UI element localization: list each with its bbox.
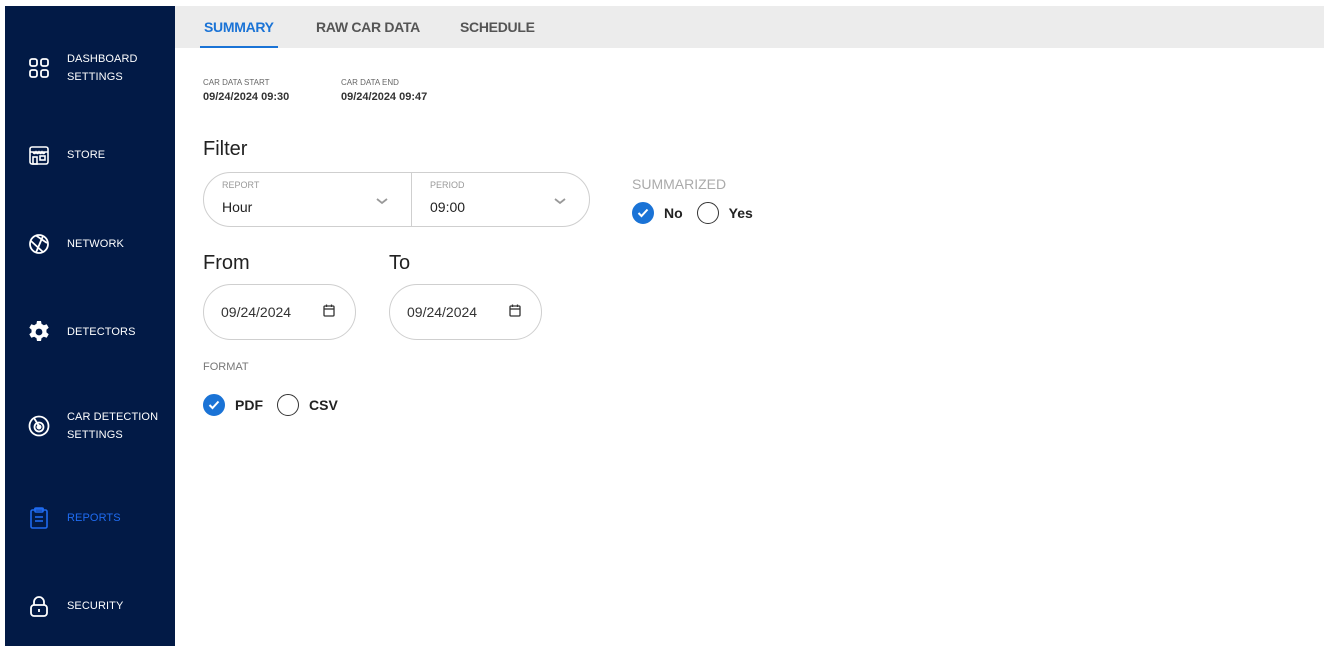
sidebar-item-label: NETWORK: [67, 238, 124, 250]
chevron-down-icon: [375, 193, 389, 211]
format-radio-group: PDF CSV: [203, 394, 352, 416]
sidebar-item-store[interactable]: STORE: [5, 125, 175, 185]
network-icon: [27, 232, 51, 256]
report-select-value: Hour: [222, 199, 253, 215]
sidebar-item-dashboard-settings[interactable]: DASHBOARD SETTINGS: [5, 38, 175, 98]
from-date-value: 09/24/2024: [221, 304, 292, 320]
to-date-input[interactable]: 09/24/2024: [389, 284, 542, 340]
tab-summary[interactable]: SUMMARY: [200, 6, 278, 48]
car-data-start-value: 09/24/2024 09:30: [203, 91, 290, 103]
gear-icon: [27, 320, 51, 344]
sidebar-item-detectors[interactable]: DETECTORS: [5, 302, 175, 362]
filter-title: Filter: [203, 138, 248, 160]
sidebar-item-label: DETECTORS: [67, 326, 136, 338]
summarized-radio-group: No Yes: [632, 202, 767, 224]
sidebar-item-label: REPORTS: [67, 512, 121, 524]
sidebar-item-reports[interactable]: REPORTS: [5, 488, 175, 548]
period-select-label: PERIOD: [430, 180, 465, 190]
check-icon: [208, 400, 220, 410]
report-select[interactable]: REPORT Hour: [204, 173, 412, 226]
sidebar: DASHBOARD SETTINGS STORE NETWORK DETECTO…: [5, 6, 175, 646]
car-data-end-value: 09/24/2024 09:47: [341, 91, 428, 103]
sidebar-item-label: CAR DETECTION SETTINGS: [67, 411, 159, 441]
format-label: FORMAT: [203, 361, 249, 373]
tab-schedule[interactable]: SCHEDULE: [460, 6, 535, 48]
chevron-down-icon: [553, 193, 567, 211]
check-icon: [637, 208, 649, 218]
car-data-end-label: CAR DATA END: [341, 78, 399, 87]
from-date-input[interactable]: 09/24/2024: [203, 284, 356, 340]
summarized-no-radio[interactable]: [632, 202, 654, 224]
from-label: From: [203, 252, 250, 274]
summarized-yes-label[interactable]: Yes: [729, 205, 753, 221]
lock-icon: [27, 594, 51, 618]
tab-raw-car-data[interactable]: RAW CAR DATA: [316, 6, 420, 48]
sidebar-item-network[interactable]: NETWORK: [5, 214, 175, 274]
radar-icon: [27, 414, 51, 438]
sidebar-item-label: SECURITY: [67, 600, 124, 612]
summarized-label: SUMMARIZED: [632, 176, 727, 192]
sidebar-item-car-detection-settings[interactable]: CAR DETECTION SETTINGS: [5, 396, 175, 456]
to-label: To: [389, 252, 411, 274]
sidebar-item-label: DASHBOARD SETTINGS: [67, 53, 138, 83]
format-csv-label[interactable]: CSV: [309, 397, 338, 413]
period-select-value: 09:00: [430, 199, 466, 215]
tab-bar: SUMMARY RAW CAR DATA SCHEDULE: [175, 6, 1324, 48]
summarized-yes-radio[interactable]: [696, 202, 719, 224]
store-icon: [27, 143, 51, 167]
period-select[interactable]: PERIOD 09:00: [412, 173, 589, 226]
to-date-value: 09/24/2024: [407, 304, 478, 320]
format-pdf-label[interactable]: PDF: [235, 397, 263, 413]
sidebar-item-security[interactable]: SECURITY: [5, 576, 175, 636]
format-pdf-radio[interactable]: [203, 394, 225, 416]
summarized-no-label[interactable]: No: [664, 205, 683, 221]
car-data-start-label: CAR DATA START: [203, 78, 270, 87]
calendar-icon[interactable]: [323, 304, 335, 322]
report-select-label: REPORT: [222, 180, 260, 190]
calendar-icon[interactable]: [509, 304, 521, 322]
sidebar-item-label: STORE: [67, 149, 106, 161]
filter-select-group: REPORT Hour PERIOD 09:00: [203, 172, 590, 227]
grid-icon: [27, 56, 51, 80]
format-csv-radio[interactable]: [277, 394, 299, 416]
clipboard-icon: [27, 506, 51, 530]
